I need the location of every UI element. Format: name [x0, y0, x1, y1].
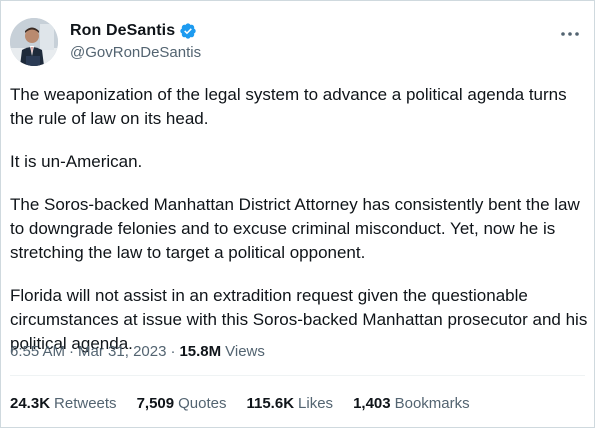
retweets-count: 24.3K	[10, 394, 51, 412]
quotes-label: Quotes	[178, 394, 227, 412]
tweet-paragraph: The Soros-backed Manhattan District Atto…	[10, 195, 580, 262]
meta-separator: ·	[69, 342, 75, 360]
verified-badge-icon[interactable]	[179, 22, 197, 40]
tweet-date[interactable]: Mar 31, 2023	[78, 343, 166, 360]
tweet-paragraph: The weaponization of the legal system to…	[10, 85, 567, 128]
engagement-stats: 24.3K Retweets 7,509 Quotes 115.6K Likes 1,…	[10, 391, 490, 415]
bookmarks-label: Bookmarks	[394, 394, 470, 412]
bookmarks-stat[interactable]: 1,403 Bookmarks	[353, 395, 470, 412]
quotes-stat[interactable]: 7,509 Quotes	[137, 395, 227, 412]
author-avatar[interactable]	[10, 18, 58, 66]
meta-separator: ·	[170, 342, 176, 360]
likes-stat[interactable]: 115.6K Likes	[246, 395, 333, 412]
retweets-label: Retweets	[54, 394, 117, 412]
retweets-stat[interactable]: 24.3K Retweets	[10, 395, 117, 412]
quotes-count: 7,509	[136, 394, 175, 412]
tweet-text: The weaponization of the legal system to…	[10, 83, 588, 356]
tweet-paragraph: It is un-American.	[10, 152, 143, 171]
more-options-icon[interactable]	[558, 24, 582, 44]
likes-label: Likes	[298, 394, 334, 412]
tweet-time[interactable]: 6:55 AM	[10, 343, 65, 360]
tweet-card: Ron DeSantis @GovRonDeSantis The weaponi…	[0, 0, 595, 428]
divider	[10, 375, 585, 376]
views-count: 15.8M	[179, 342, 222, 360]
author-handle[interactable]: @GovRonDeSantis	[70, 44, 201, 61]
author-display-name[interactable]: Ron DeSantis	[70, 22, 175, 40]
likes-count: 115.6K	[246, 394, 295, 412]
tweet-header: Ron DeSantis @GovRonDeSantis	[10, 18, 582, 72]
bookmarks-count: 1,403	[353, 394, 391, 412]
author-names: Ron DeSantis @GovRonDeSantis	[70, 20, 201, 61]
views-label: Views	[225, 342, 265, 360]
tweet-meta: 6:55 AM · Mar 31, 2023 · 15.8M Views	[10, 339, 265, 363]
